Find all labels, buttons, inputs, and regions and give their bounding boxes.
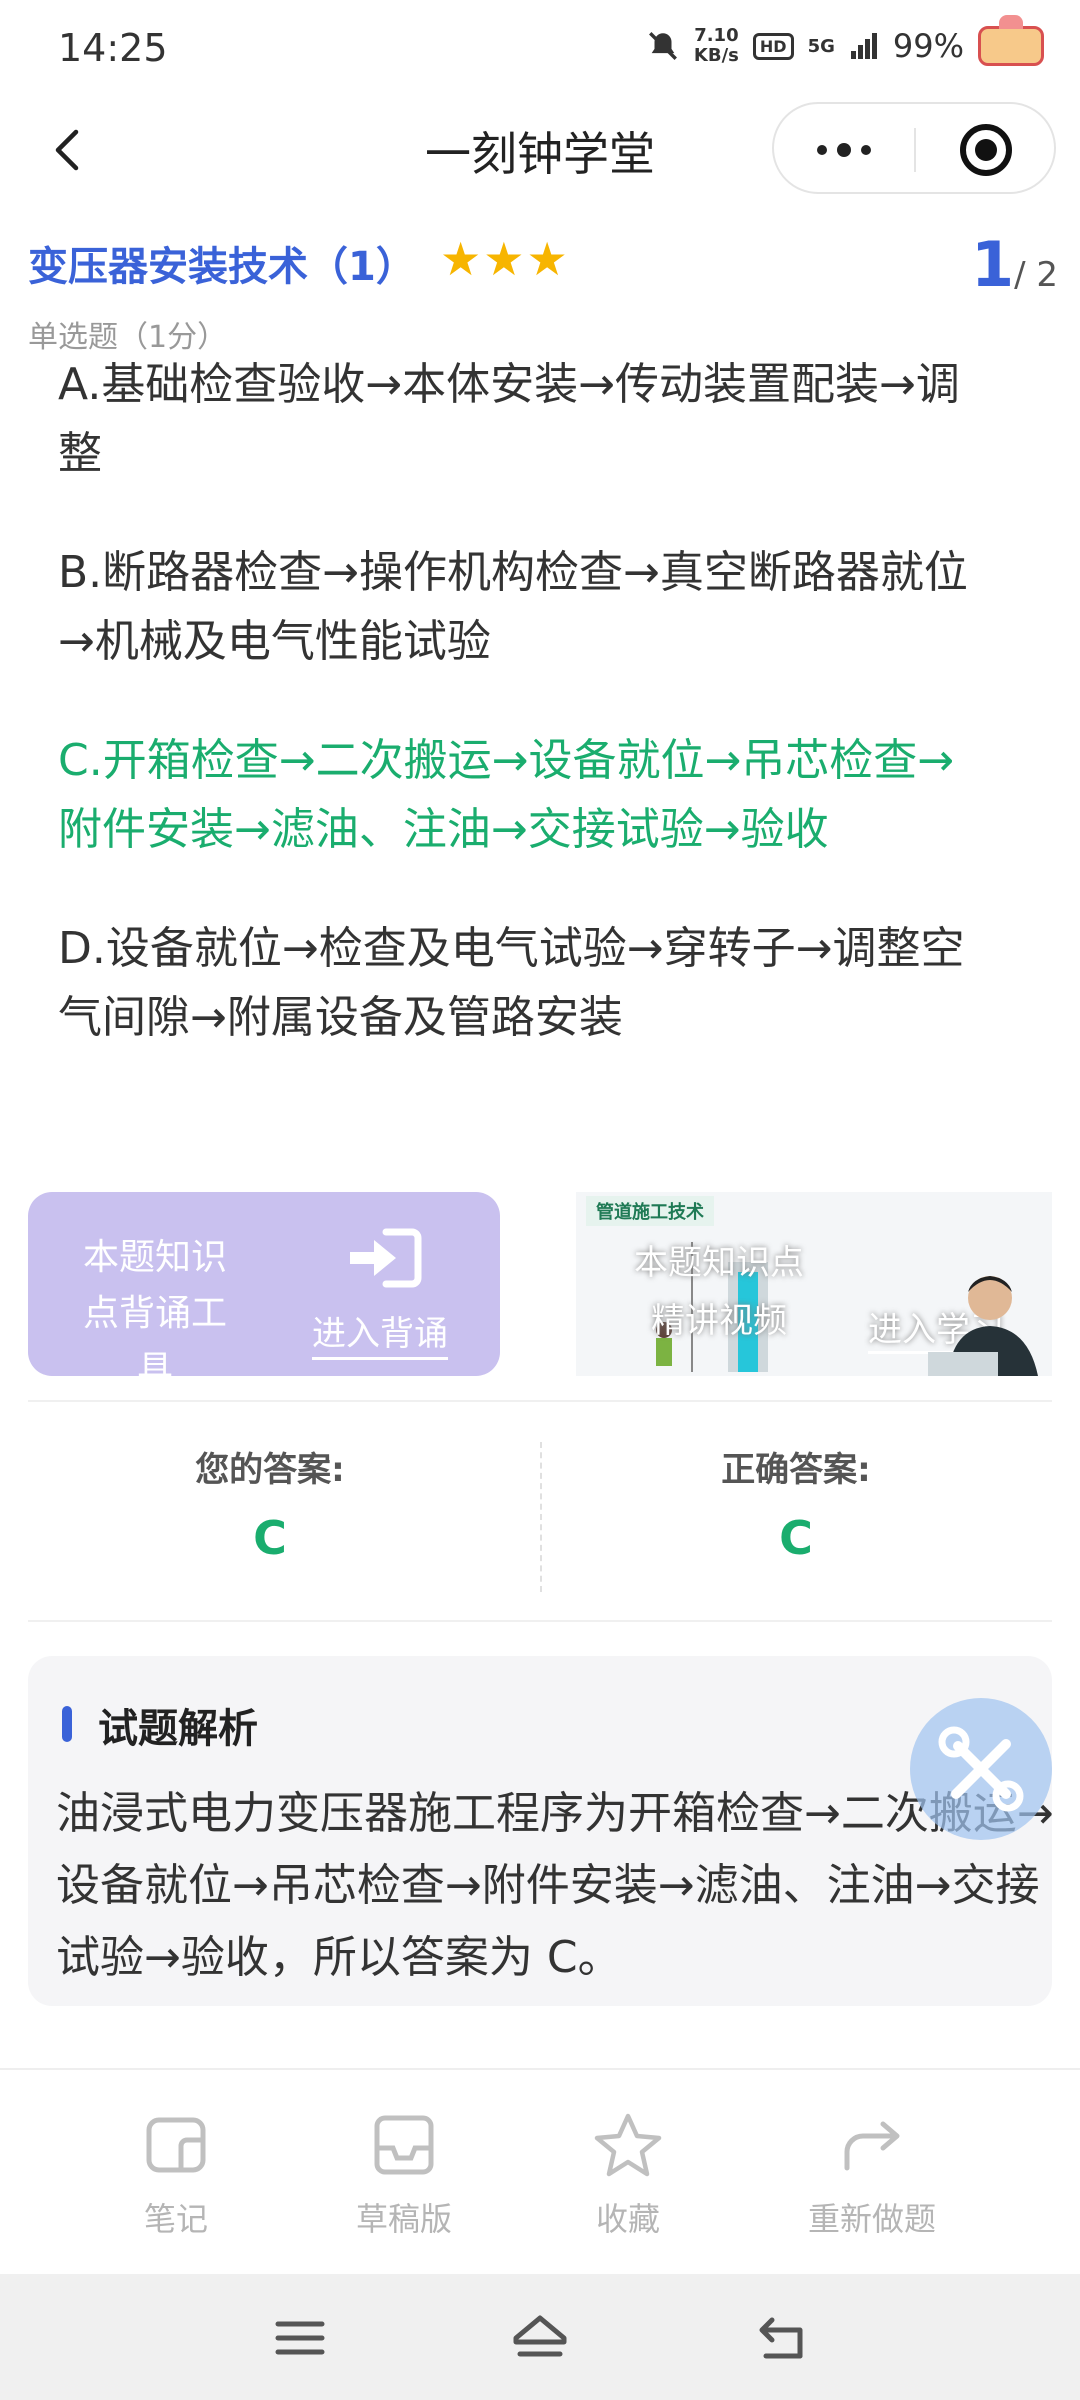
draft-label: 草稿版 <box>355 2200 452 2238</box>
option-b[interactable]: B.断路器检查→操作机构检查→真空断路器就位→机械及电气性能试验 <box>58 538 988 676</box>
redo-label: 重新做题 <box>807 2200 936 2238</box>
answer-summary: 您的答案: C 正确答案: C <box>28 1400 1052 1622</box>
analysis-panel: 试题解析 油浸式电力变压器施工程序为开箱检查→二次搬运→设备就位→吊芯检查→附件… <box>28 1656 1054 2006</box>
analysis-text: 油浸式电力变压器施工程序为开箱检查→二次搬运→设备就位→吊芯检查→附件安装→滤油… <box>56 1788 1054 1983</box>
redo-button[interactable]: 重新做题 <box>782 2110 962 2240</box>
correct-answer-label: 正确答案: <box>721 1450 871 1490</box>
option-c[interactable]: C.开箱检查→二次搬运→设备就位→吊芯检查→附件安装→滤油、注油→交接试验→验收 <box>58 726 988 864</box>
difficulty-stars-icon: ★★★ <box>440 232 570 286</box>
battery-icon <box>978 15 1044 66</box>
hd-badge: HD <box>752 32 794 60</box>
current-question-number: 1 <box>970 228 1015 301</box>
analysis-title: 试题解析 <box>98 1706 258 1752</box>
nav-bar: 一刻钟学堂 <box>0 100 1080 200</box>
teacher-avatar <box>928 1276 1038 1376</box>
bottom-toolbar: 笔记 草稿版 收藏 重新做题 <box>0 2068 1080 2274</box>
recite-card-label: 本题知识点背诵工具 <box>82 1237 227 1390</box>
back-nav-icon[interactable] <box>752 2308 812 2368</box>
wrench-screwdriver-icon <box>938 1726 1024 1812</box>
favorite-label: 收藏 <box>595 2200 660 2238</box>
draft-tray-icon <box>374 2115 434 2175</box>
option-list: A.基础检查验收→本体安装→传动装置配装→调整 B.断路器检查→操作机构检查→真… <box>58 350 988 1102</box>
system-nav-bar <box>0 2274 1080 2400</box>
signal-5g-icon: 5G <box>807 35 835 57</box>
your-answer-value: C <box>253 1511 287 1565</box>
question-progress: 1/ 2 <box>971 228 1058 301</box>
status-time: 14:25 <box>58 26 168 70</box>
enter-arrow-icon <box>350 1228 422 1288</box>
status-icons: 7.10 KB/s HD 5G 99% <box>646 15 1044 66</box>
draft-button[interactable]: 草稿版 <box>314 2110 494 2240</box>
network-speed: 7.10 KB/s <box>693 25 739 66</box>
question-title: 变压器安装技术（1） <box>28 244 416 290</box>
redo-arrow-icon <box>844 2121 900 2171</box>
notes-button[interactable]: 笔记 <box>86 2110 266 2240</box>
option-a[interactable]: A.基础检查验收→本体安装→传动装置配装→调整 <box>58 350 988 488</box>
battery-percent: 99% <box>892 27 964 65</box>
close-miniapp-icon[interactable] <box>960 124 1012 176</box>
correct-answer: 正确答案: C <box>540 1442 1052 1565</box>
your-answer: 您的答案: C <box>0 1442 540 1565</box>
total-questions: / 2 <box>1014 255 1058 295</box>
note-icon <box>146 2117 206 2173</box>
float-tools-button[interactable] <box>910 1698 1052 1840</box>
miniapp-capsule <box>772 102 1056 194</box>
capsule-divider <box>914 128 916 172</box>
your-answer-label: 您的答案: <box>195 1450 345 1490</box>
more-menu-icon[interactable] <box>774 104 914 196</box>
signal-bars-icon <box>850 33 877 59</box>
mute-bell-icon <box>648 32 677 60</box>
notes-label: 笔记 <box>143 2200 208 2238</box>
explain-video-card[interactable]: 管道施工技术 本题知识点精讲视频 进入学习 <box>576 1192 1052 1376</box>
video-card-label: 本题知识点精讲视频 <box>634 1243 804 1341</box>
option-d[interactable]: D.设备就位→检查及电气试验→穿转子→调整空气间隙→附属设备及管路安装 <box>58 914 988 1052</box>
recite-tool-card[interactable]: 本题知识点背诵工具 进入背诵 <box>28 1192 500 1390</box>
star-outline-icon <box>594 2113 662 2177</box>
home-icon[interactable] <box>510 2308 570 2368</box>
question-header: 变压器安装技术（1） ★★★ 1/ 2 <box>28 228 1058 301</box>
status-bar: 14:25 7.10 KB/s HD 5G 99% <box>0 0 1080 100</box>
analysis-accent-bar <box>62 1706 72 1742</box>
enter-recite-link[interactable]: 进入背诵 <box>312 1306 448 1360</box>
menu-icon[interactable] <box>270 2308 330 2368</box>
correct-answer-value: C <box>779 1511 813 1565</box>
video-course-tag: 管道施工技术 <box>586 1196 714 1226</box>
favorite-button[interactable]: 收藏 <box>538 2110 718 2240</box>
